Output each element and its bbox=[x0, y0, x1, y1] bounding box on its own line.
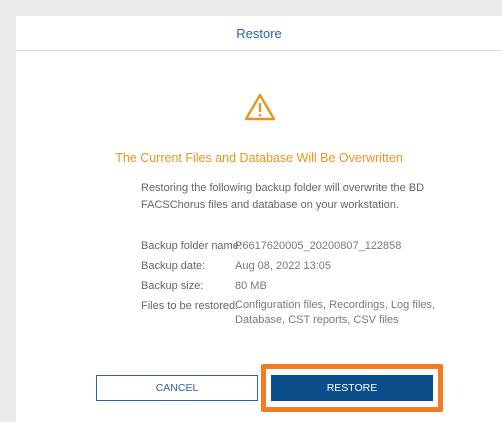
restore-dialog: Restore The Current Files and Database W… bbox=[16, 16, 502, 422]
backup-folder-label: Backup folder name: bbox=[141, 240, 242, 252]
cancel-button[interactable]: CANCEL bbox=[96, 375, 258, 401]
warning-triangle-icon bbox=[244, 93, 276, 121]
backup-folder-row: Backup folder name: P6617620005_20200807… bbox=[141, 238, 481, 254]
backup-date-value: Aug 08, 2022 13:05 bbox=[235, 260, 332, 272]
files-restored-value: Configuration files, Recordings, Log fil… bbox=[235, 299, 435, 326]
restore-button[interactable]: RESTORE bbox=[271, 375, 433, 401]
dialog-header: Restore bbox=[16, 16, 502, 51]
backup-size-label: Backup size: bbox=[141, 280, 204, 292]
dialog-title: Restore bbox=[236, 25, 282, 41]
restore-button-highlight: RESTORE bbox=[261, 364, 443, 412]
backup-folder-value: P6617620005_20200807_122858 bbox=[235, 240, 402, 252]
files-restored-label: Files to be restored: bbox=[141, 300, 239, 312]
backup-details: Backup folder name: P6617620005_20200807… bbox=[141, 238, 481, 332]
warning-description: Restoring the following backup folder wi… bbox=[141, 182, 425, 211]
warning-heading: The Current Files and Database Will Be O… bbox=[115, 151, 403, 165]
backup-size-row: Backup size: 80 MB bbox=[141, 278, 481, 294]
backup-size-value: 80 MB bbox=[235, 280, 267, 292]
backup-date-row: Backup date: Aug 08, 2022 13:05 bbox=[141, 258, 481, 274]
backup-date-label: Backup date: bbox=[141, 260, 206, 272]
files-restored-row: Files to be restored: Configuration file… bbox=[141, 298, 481, 328]
